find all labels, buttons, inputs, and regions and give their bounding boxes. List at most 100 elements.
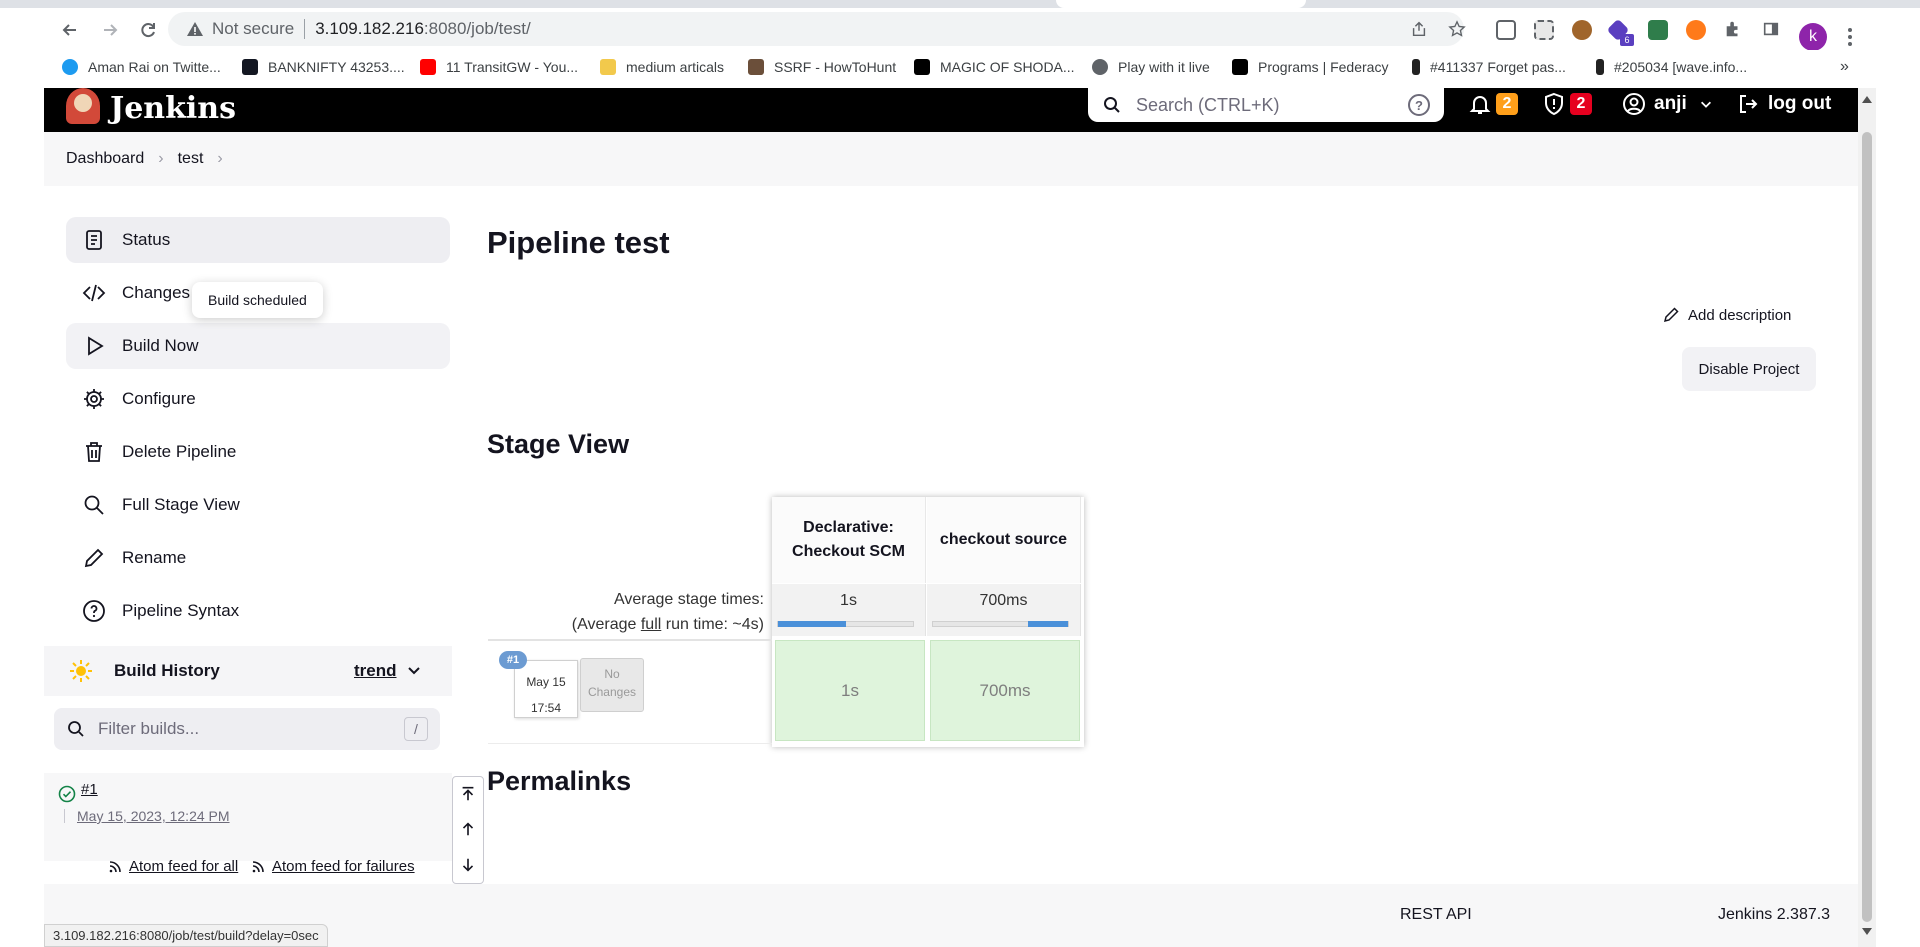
bookmark-item[interactable]: MAGIC OF SHODA... (914, 57, 1075, 77)
reader-extension-icon[interactable] (1496, 20, 1516, 40)
rss-icon (252, 860, 264, 872)
search-icon (84, 495, 104, 515)
scrollbar-thumb[interactable] (1862, 132, 1872, 922)
gear-icon (84, 389, 104, 409)
task-label: Changes (122, 283, 191, 302)
bookmark-item[interactable]: medium articals (600, 57, 724, 77)
stage-avg-checkout-scm: 1s (772, 584, 926, 636)
scroll-down-icon[interactable] (458, 854, 478, 876)
task-rename[interactable]: Rename (66, 535, 450, 581)
task-full-stage-view[interactable]: Full Stage View (66, 482, 450, 528)
stage-avg-time: 1s (840, 592, 857, 609)
disable-project-button[interactable]: Disable Project (1682, 347, 1816, 391)
task-delete-pipeline[interactable]: Delete Pipeline (66, 429, 450, 475)
hackerone-icon (1412, 59, 1420, 75)
bookmark-label: medium articals (626, 59, 725, 75)
sun-icon (70, 660, 92, 682)
scroll-up-icon[interactable] (458, 818, 478, 840)
stage-avg-bar-fill (1027, 621, 1068, 627)
share-icon[interactable] (1406, 16, 1432, 42)
task-configure[interactable]: Configure (66, 376, 450, 422)
bookmark-item[interactable]: Aman Rai on Twitte... (62, 57, 221, 77)
build-number-link[interactable]: #1 (81, 781, 98, 798)
breadcrumb-test[interactable]: test (178, 150, 204, 168)
bookmark-item[interactable]: #205034 [wave.info... (1596, 57, 1747, 77)
page-scrollbar[interactable] (1858, 88, 1876, 947)
bookmark-item[interactable]: #411337 Forget pas... (1412, 57, 1566, 77)
cookie-extension-icon[interactable] (1572, 20, 1592, 40)
forward-icon[interactable] (96, 16, 124, 44)
build-history-list: #1 May 15, 2023, 12:24 PM (44, 773, 452, 861)
puzzle-extensions-icon[interactable] (1720, 16, 1746, 42)
breadcrumb-chevron-icon[interactable]: › (158, 150, 163, 168)
bookmark-star-icon[interactable] (1444, 16, 1470, 42)
bookmark-item[interactable]: BANKNIFTY 43253.... (242, 57, 405, 77)
foxy-extension-icon[interactable] (1686, 20, 1706, 40)
breadcrumb-dashboard[interactable]: Dashboard (66, 150, 144, 168)
notifications-button[interactable]: 2 (1468, 91, 1518, 117)
pencil-icon (84, 548, 104, 568)
bookmark-label: Play with it live (1118, 59, 1210, 75)
breadcrumb-chevron-icon[interactable]: › (217, 150, 222, 168)
back-icon[interactable] (56, 16, 84, 44)
user-menu[interactable]: anji (1622, 91, 1713, 117)
run-number-badge[interactable]: #1 (499, 651, 527, 669)
task-label: Full Stage View (122, 495, 240, 514)
bookmark-item[interactable]: Programs | Federacy (1232, 57, 1388, 77)
run-row-bottom-divider (488, 743, 772, 744)
bookmark-item[interactable]: 11 TransitGW - You... (420, 57, 578, 77)
run-date-box[interactable]: May 15 17:54 (514, 660, 578, 718)
page-viewport: Jenkins Search (CTRL+K) ? 2 2 anji log o… (44, 88, 1858, 947)
spy-icon (748, 59, 764, 75)
rest-api-link[interactable]: REST API (1400, 906, 1472, 924)
add-description-link[interactable]: Add description (1662, 306, 1791, 324)
task-status[interactable]: Status (66, 217, 450, 263)
security-label: Not secure (212, 19, 295, 38)
stage-cell-checkout-source[interactable]: 700ms (930, 640, 1080, 741)
logout-button[interactable]: log out (1736, 91, 1831, 117)
shield-icon (1545, 92, 1563, 116)
stage-cell-checkout-scm[interactable]: 1s (775, 640, 925, 741)
stage-header-checkout-scm: Declarative: Checkout SCM (772, 497, 926, 583)
atom-feed-all-link[interactable]: Atom feed for all (107, 858, 238, 875)
scroll-arrow-down-icon[interactable] (1862, 928, 1872, 935)
task-pipeline-syntax[interactable]: Pipeline Syntax (66, 588, 450, 634)
success-check-icon (58, 785, 76, 803)
chevron-down-icon[interactable] (406, 662, 422, 678)
global-search[interactable]: Search (CTRL+K) ? (1088, 88, 1444, 122)
filter-builds-field[interactable]: / (54, 708, 440, 750)
scroll-arrow-up-icon[interactable] (1862, 96, 1872, 103)
sheet-extension-icon[interactable] (1648, 20, 1668, 40)
scroll-to-top-icon[interactable] (458, 783, 478, 805)
jenkins-brand: Jenkins (110, 91, 236, 126)
add-description-label: Add description (1688, 306, 1792, 324)
user-icon (1623, 93, 1645, 115)
trash-icon (86, 442, 102, 462)
task-label: Delete Pipeline (122, 442, 237, 461)
address-bar[interactable]: Not secure 3.109.182.216 :8080/job/test/ (168, 12, 1464, 46)
side-panel-icon[interactable] (1758, 16, 1784, 42)
run-changes-line1: No (604, 667, 620, 681)
run-changes-box: No Changes (580, 658, 644, 712)
bookmark-item[interactable]: SSRF - HowToHunt (748, 57, 896, 77)
security-button[interactable]: 2 (1542, 91, 1592, 117)
profile-avatar[interactable]: k (1799, 23, 1827, 51)
jenkins-butler-icon (66, 88, 100, 124)
avg-full-link[interactable]: full (641, 616, 661, 633)
trend-link[interactable]: trend (354, 661, 397, 681)
stage-avg-bar-fill (778, 621, 846, 627)
reload-icon[interactable] (134, 16, 162, 44)
task-build-now[interactable]: Build Now (66, 323, 450, 369)
browser-menu-icon[interactable] (1840, 23, 1860, 51)
browser-active-tab[interactable] (1056, 0, 1306, 8)
filter-builds-input[interactable] (98, 719, 398, 739)
jenkins-logo[interactable]: Jenkins (66, 88, 236, 124)
qr-extension-icon[interactable] (1534, 20, 1554, 40)
atom-feed-failures-link[interactable]: Atom feed for failures (250, 858, 415, 875)
search-help-icon[interactable]: ? (1408, 94, 1430, 116)
build-date-link[interactable]: May 15, 2023, 12:24 PM (77, 808, 230, 824)
bookmarks-overflow-icon[interactable]: » (1840, 58, 1849, 76)
search-icon (1104, 97, 1120, 113)
bookmark-item[interactable]: Play with it live (1092, 57, 1210, 77)
jenkins-version-link[interactable]: Jenkins 2.387.3 (1718, 906, 1830, 924)
